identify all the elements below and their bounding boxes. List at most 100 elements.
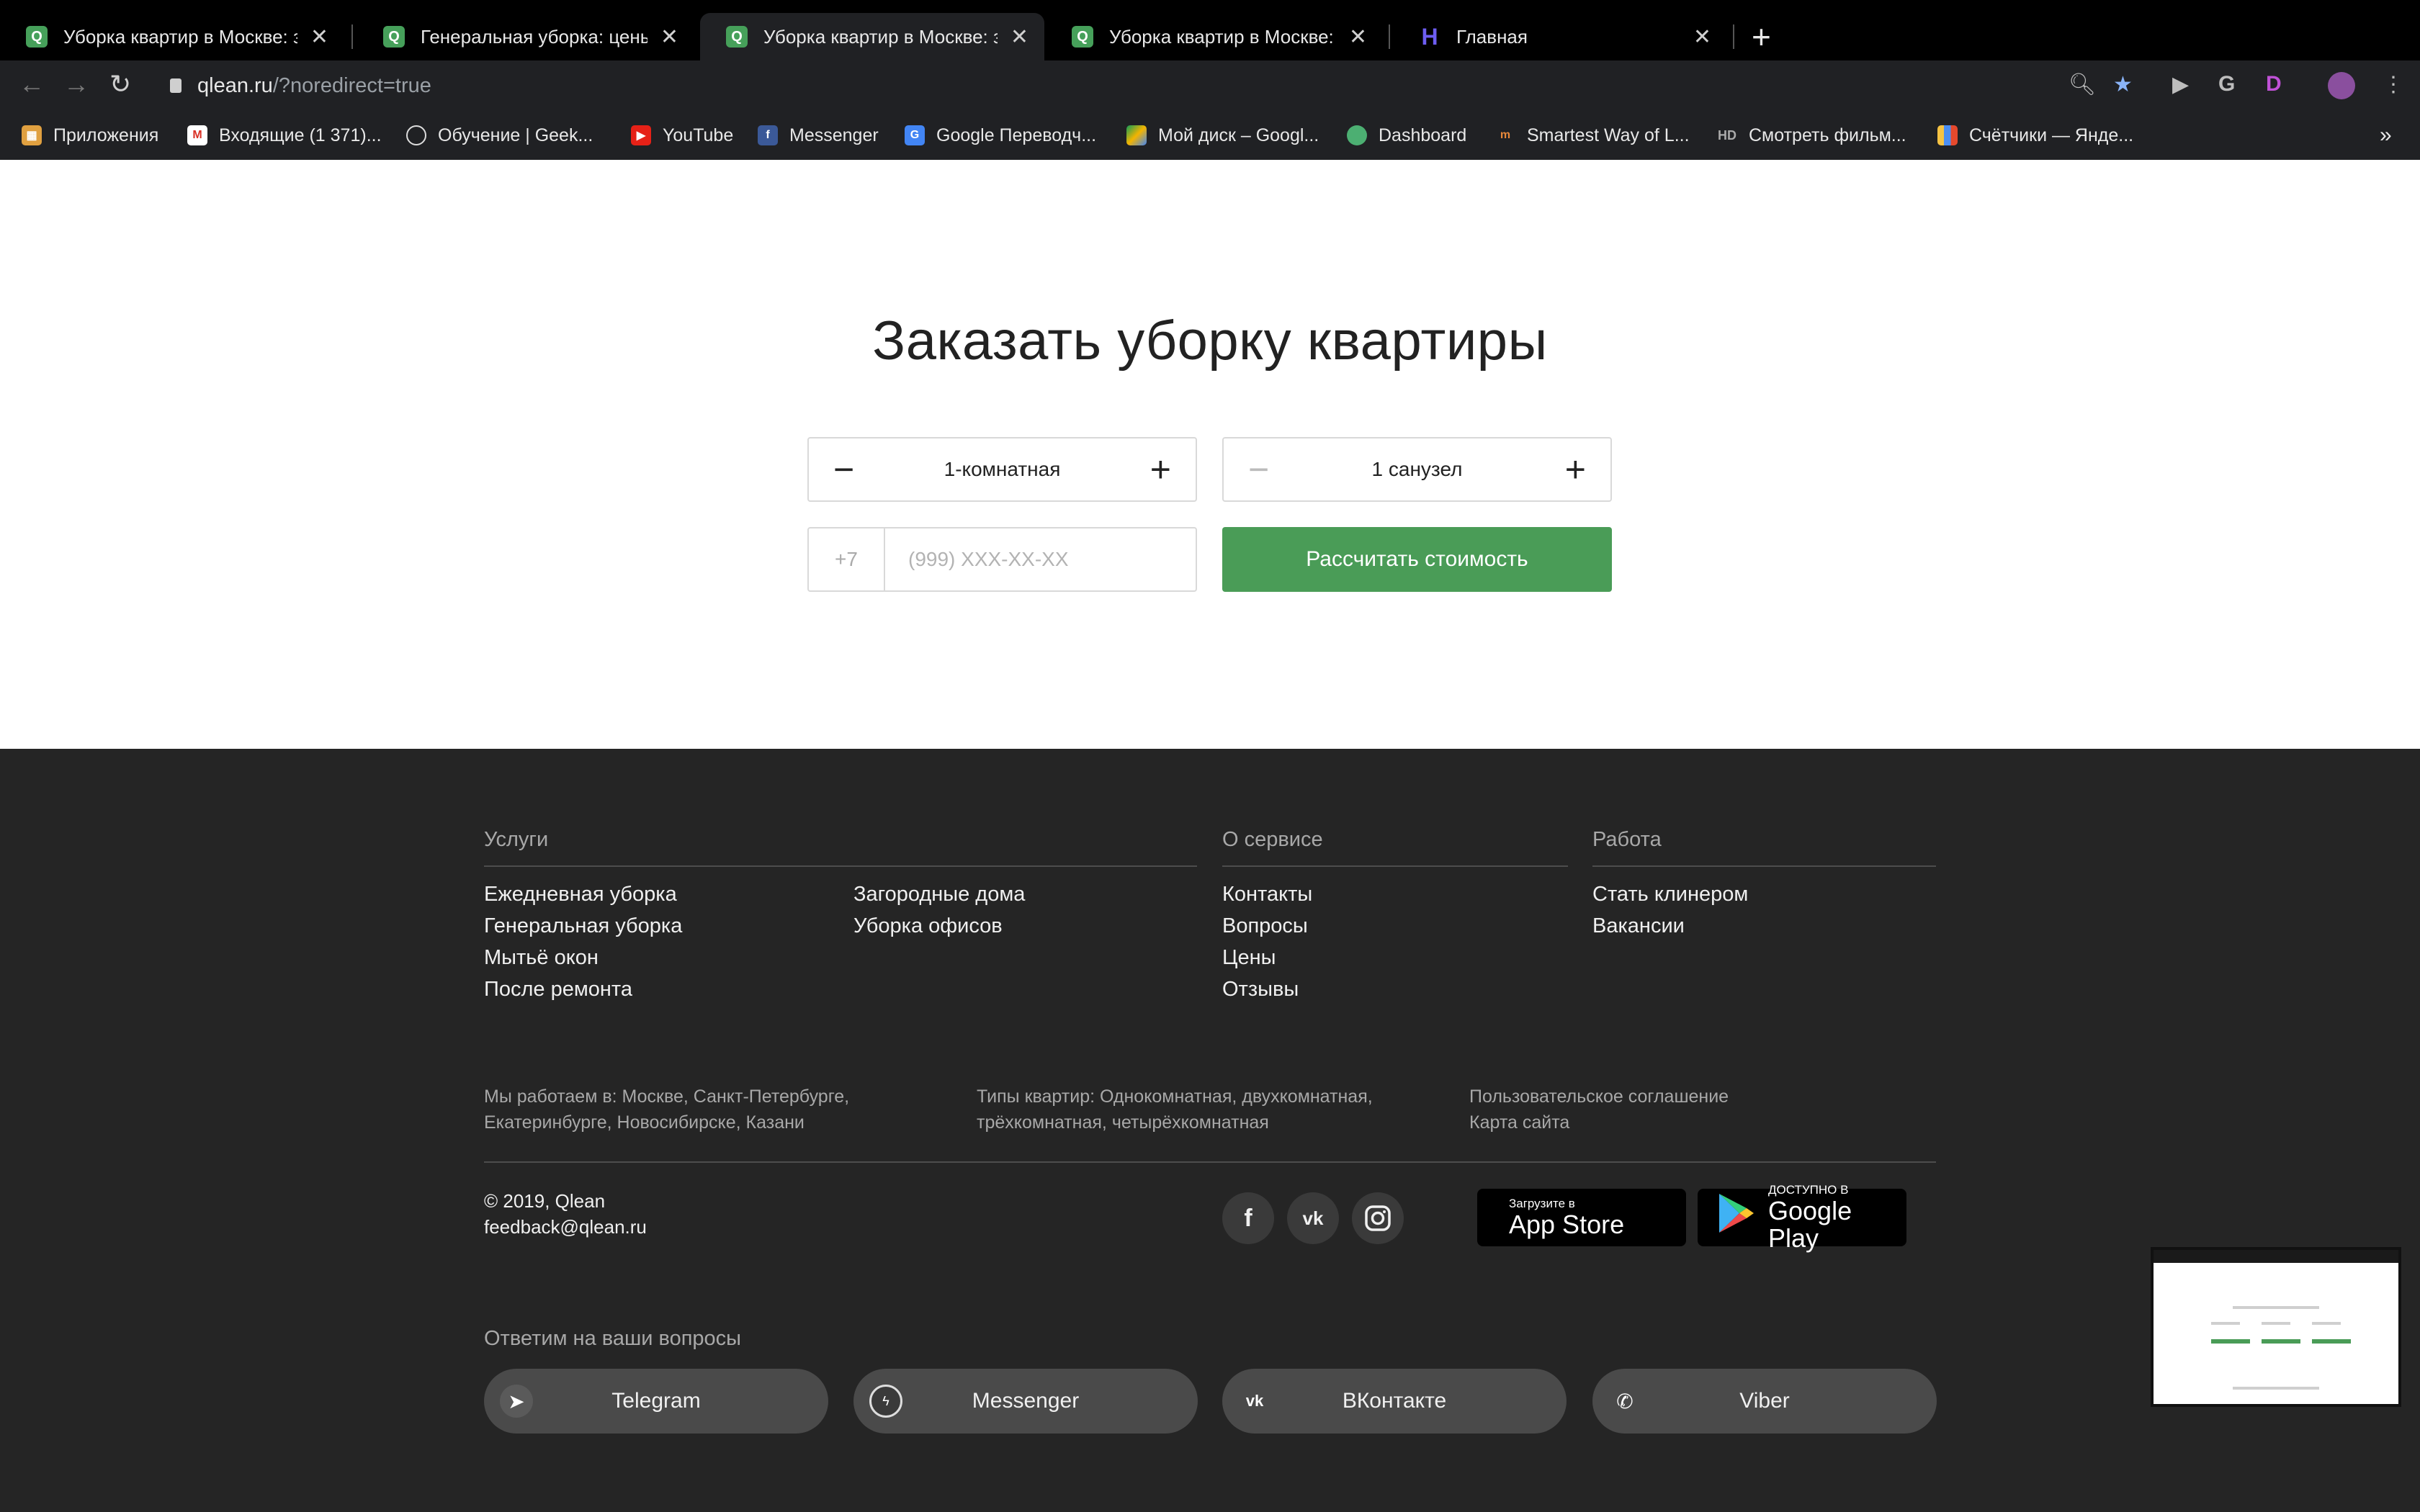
app-store-badge[interactable]: Загрузите в App Store — [1477, 1189, 1686, 1246]
forward-arrow-icon[interactable]: → — [63, 69, 89, 99]
google-play-icon — [1716, 1192, 1755, 1243]
sitemap-link[interactable]: Карта сайта — [1469, 1110, 1729, 1135]
tab-separator — [351, 24, 353, 49]
tab-title: Уборка квартир в Москве: за — [63, 25, 297, 48]
bookmark-youtube[interactable]: ▶ YouTube — [631, 111, 733, 160]
browser-tab-4[interactable]: Q Уборка квартир в Москве: за ✕ — [1046, 13, 1383, 60]
footer-copyright: © 2019, Qlean feedback@qlean.ru — [484, 1188, 647, 1240]
qlean-favicon-icon: Q — [1072, 26, 1093, 48]
browser-menu-icon[interactable]: ⋮ — [2383, 72, 2404, 97]
footer-link-daily-cleaning[interactable]: Ежедневная уборка — [484, 883, 677, 906]
tab-title: Уборка квартир в Москве: за — [763, 25, 998, 48]
back-arrow-icon[interactable]: ← — [19, 69, 45, 99]
legal-links: Пользовательское соглашение Карта сайта — [1469, 1084, 1729, 1135]
youtube-extension-icon[interactable]: ▶ — [2172, 72, 2189, 97]
footer-heading-services: Услуги — [484, 828, 549, 851]
phone-field: +7 — [807, 527, 1197, 592]
qlean-favicon-icon: Q — [26, 26, 48, 48]
close-tab-icon[interactable]: ✕ — [1010, 24, 1028, 50]
footer-link-office-cleaning[interactable]: Уборка офисов — [853, 914, 1003, 938]
tab-title: Уборка квартир в Москве: за — [1109, 25, 1336, 48]
bathrooms-value: 1 санузел — [1371, 458, 1463, 480]
qlean-favicon-icon: Q — [726, 26, 748, 48]
copyright-text: © 2019, Qlean — [484, 1190, 606, 1212]
messenger-button[interactable]: ϟ Messenger — [853, 1369, 1198, 1434]
browser-tab-5[interactable]: H Главная ✕ — [1393, 13, 1727, 60]
browser-tab-3-active[interactable]: Q Уборка квартир в Москве: за ✕ — [700, 13, 1044, 60]
viber-button[interactable]: ✆ Viber — [1592, 1369, 1937, 1434]
url-host: qlean.ru — [197, 73, 273, 97]
footer-divider — [484, 1161, 1936, 1163]
bookmark-films[interactable]: HD Смотреть фильм... — [1717, 111, 1906, 160]
user-agreement-link[interactable]: Пользовательское соглашение — [1469, 1084, 1729, 1110]
footer-link-become-cleaner[interactable]: Стать клинером — [1592, 883, 1748, 906]
feedback-email-link[interactable]: feedback@qlean.ru — [484, 1214, 647, 1240]
bookmark-gmail[interactable]: M Входящие (1 371)... — [187, 111, 382, 160]
google-extension-icon[interactable]: G — [2218, 72, 2235, 96]
calculate-price-button[interactable]: Рассчитать стоимость — [1222, 527, 1612, 592]
instagram-icon[interactable] — [1352, 1192, 1404, 1244]
close-tab-icon[interactable]: ✕ — [310, 24, 328, 50]
facebook-icon[interactable]: f — [1222, 1192, 1274, 1244]
geekbrains-icon — [406, 125, 426, 145]
bathrooms-stepper: − 1 санузел + — [1222, 437, 1612, 502]
footer-link-general-cleaning[interactable]: Генеральная уборка — [484, 914, 682, 938]
bookmarks-overflow-icon[interactable]: » — [2380, 111, 2392, 160]
url-field[interactable]: qlean.ru/?noredirect=true — [170, 60, 431, 111]
close-tab-icon[interactable]: ✕ — [1693, 24, 1711, 50]
gmail-icon: M — [187, 125, 207, 145]
page-title: Заказать уборку квартиры — [872, 310, 1548, 372]
footer-link-window-cleaning[interactable]: Мытьё окон — [484, 946, 599, 970]
footer-link-vacancies[interactable]: Вакансии — [1592, 914, 1685, 938]
screenshot-preview-thumbnail[interactable] — [2151, 1247, 2401, 1407]
tab-title: Генеральная уборка: цены на — [421, 25, 647, 48]
bathrooms-plus-button[interactable]: + — [1565, 451, 1586, 487]
vk-icon[interactable]: vk — [1287, 1192, 1339, 1244]
close-tab-icon[interactable]: ✕ — [660, 24, 678, 50]
instagram-glyph — [1365, 1205, 1391, 1231]
messenger-icon: ϟ — [869, 1385, 902, 1418]
bookmark-google-drive[interactable]: Мой диск – Googl... — [1126, 111, 1319, 160]
cities-text: Мы работаем в: Москве, Санкт-Петербурге,… — [484, 1086, 850, 1133]
bookmark-messenger[interactable]: f Messenger — [758, 111, 879, 160]
browser-tab-2[interactable]: Q Генеральная уборка: цены на ✕ — [357, 13, 694, 60]
hd-icon: HD — [1718, 127, 1736, 143]
footer-link-prices[interactable]: Цены — [1222, 946, 1276, 970]
telegram-button[interactable]: ➤ Telegram — [484, 1369, 828, 1434]
rooms-minus-button[interactable]: − — [833, 451, 854, 487]
phone-input[interactable] — [885, 528, 1196, 590]
bookmark-dashboard[interactable]: Dashboard — [1347, 111, 1466, 160]
footer-link-country-houses[interactable]: Загородные дома — [853, 883, 1025, 906]
apartment-types-text: Типы квартир: Однокомнатная, двухкомнатн… — [977, 1086, 1373, 1133]
close-tab-icon[interactable]: ✕ — [1349, 24, 1367, 50]
reload-icon[interactable]: ↻ — [109, 69, 131, 99]
dashboard-icon — [1347, 125, 1367, 145]
bookmark-star-icon[interactable]: ★ — [2113, 72, 2133, 97]
viber-phone-icon: ✆ — [1616, 1390, 1634, 1413]
profile-avatar[interactable] — [2328, 72, 2355, 99]
footer-link-questions[interactable]: Вопросы — [1222, 914, 1308, 938]
rooms-plus-button[interactable]: + — [1150, 451, 1171, 487]
footer-link-contacts[interactable]: Контакты — [1222, 883, 1312, 906]
footer-link-after-renovation[interactable]: После ремонта — [484, 978, 632, 1002]
browser-tab-1[interactable]: Q Уборка квартир в Москве: за ✕ — [0, 13, 344, 60]
vk-icon: vk — [1245, 1392, 1264, 1410]
footer-link-reviews[interactable]: Отзывы — [1222, 978, 1299, 1002]
google-play-badge[interactable]: ДОСТУПНО В Google Play — [1698, 1183, 1906, 1252]
d-extension-icon[interactable]: D — [2266, 72, 2282, 96]
bookmark-google-translate[interactable]: G Google Переводч... — [905, 111, 1096, 160]
bookmark-geekbrains[interactable]: Обучение | Geek... — [406, 111, 593, 160]
rooms-value: 1-комнатная — [944, 458, 1061, 480]
tab-separator — [1733, 24, 1734, 49]
new-tab-plus-icon[interactable]: + — [1752, 17, 1771, 56]
order-section — [0, 160, 2420, 749]
vkontakte-button[interactable]: vk ВКонтакте — [1222, 1369, 1567, 1434]
phone-country-code: +7 — [809, 528, 885, 590]
bookmark-apps[interactable]: ▦ Приложения — [22, 111, 158, 160]
questions-heading: Ответим на ваши вопросы — [484, 1327, 742, 1350]
zoom-search-icon[interactable]: 🔍︎ — [2069, 72, 2096, 97]
bookmark-yandex-metrika[interactable]: Счётчики — Янде... — [1937, 111, 2133, 160]
bookmark-smartest-way[interactable]: m Smartest Way of L... — [1495, 111, 1690, 160]
bathrooms-minus-button[interactable]: − — [1248, 451, 1269, 487]
tab-separator — [1389, 24, 1390, 49]
